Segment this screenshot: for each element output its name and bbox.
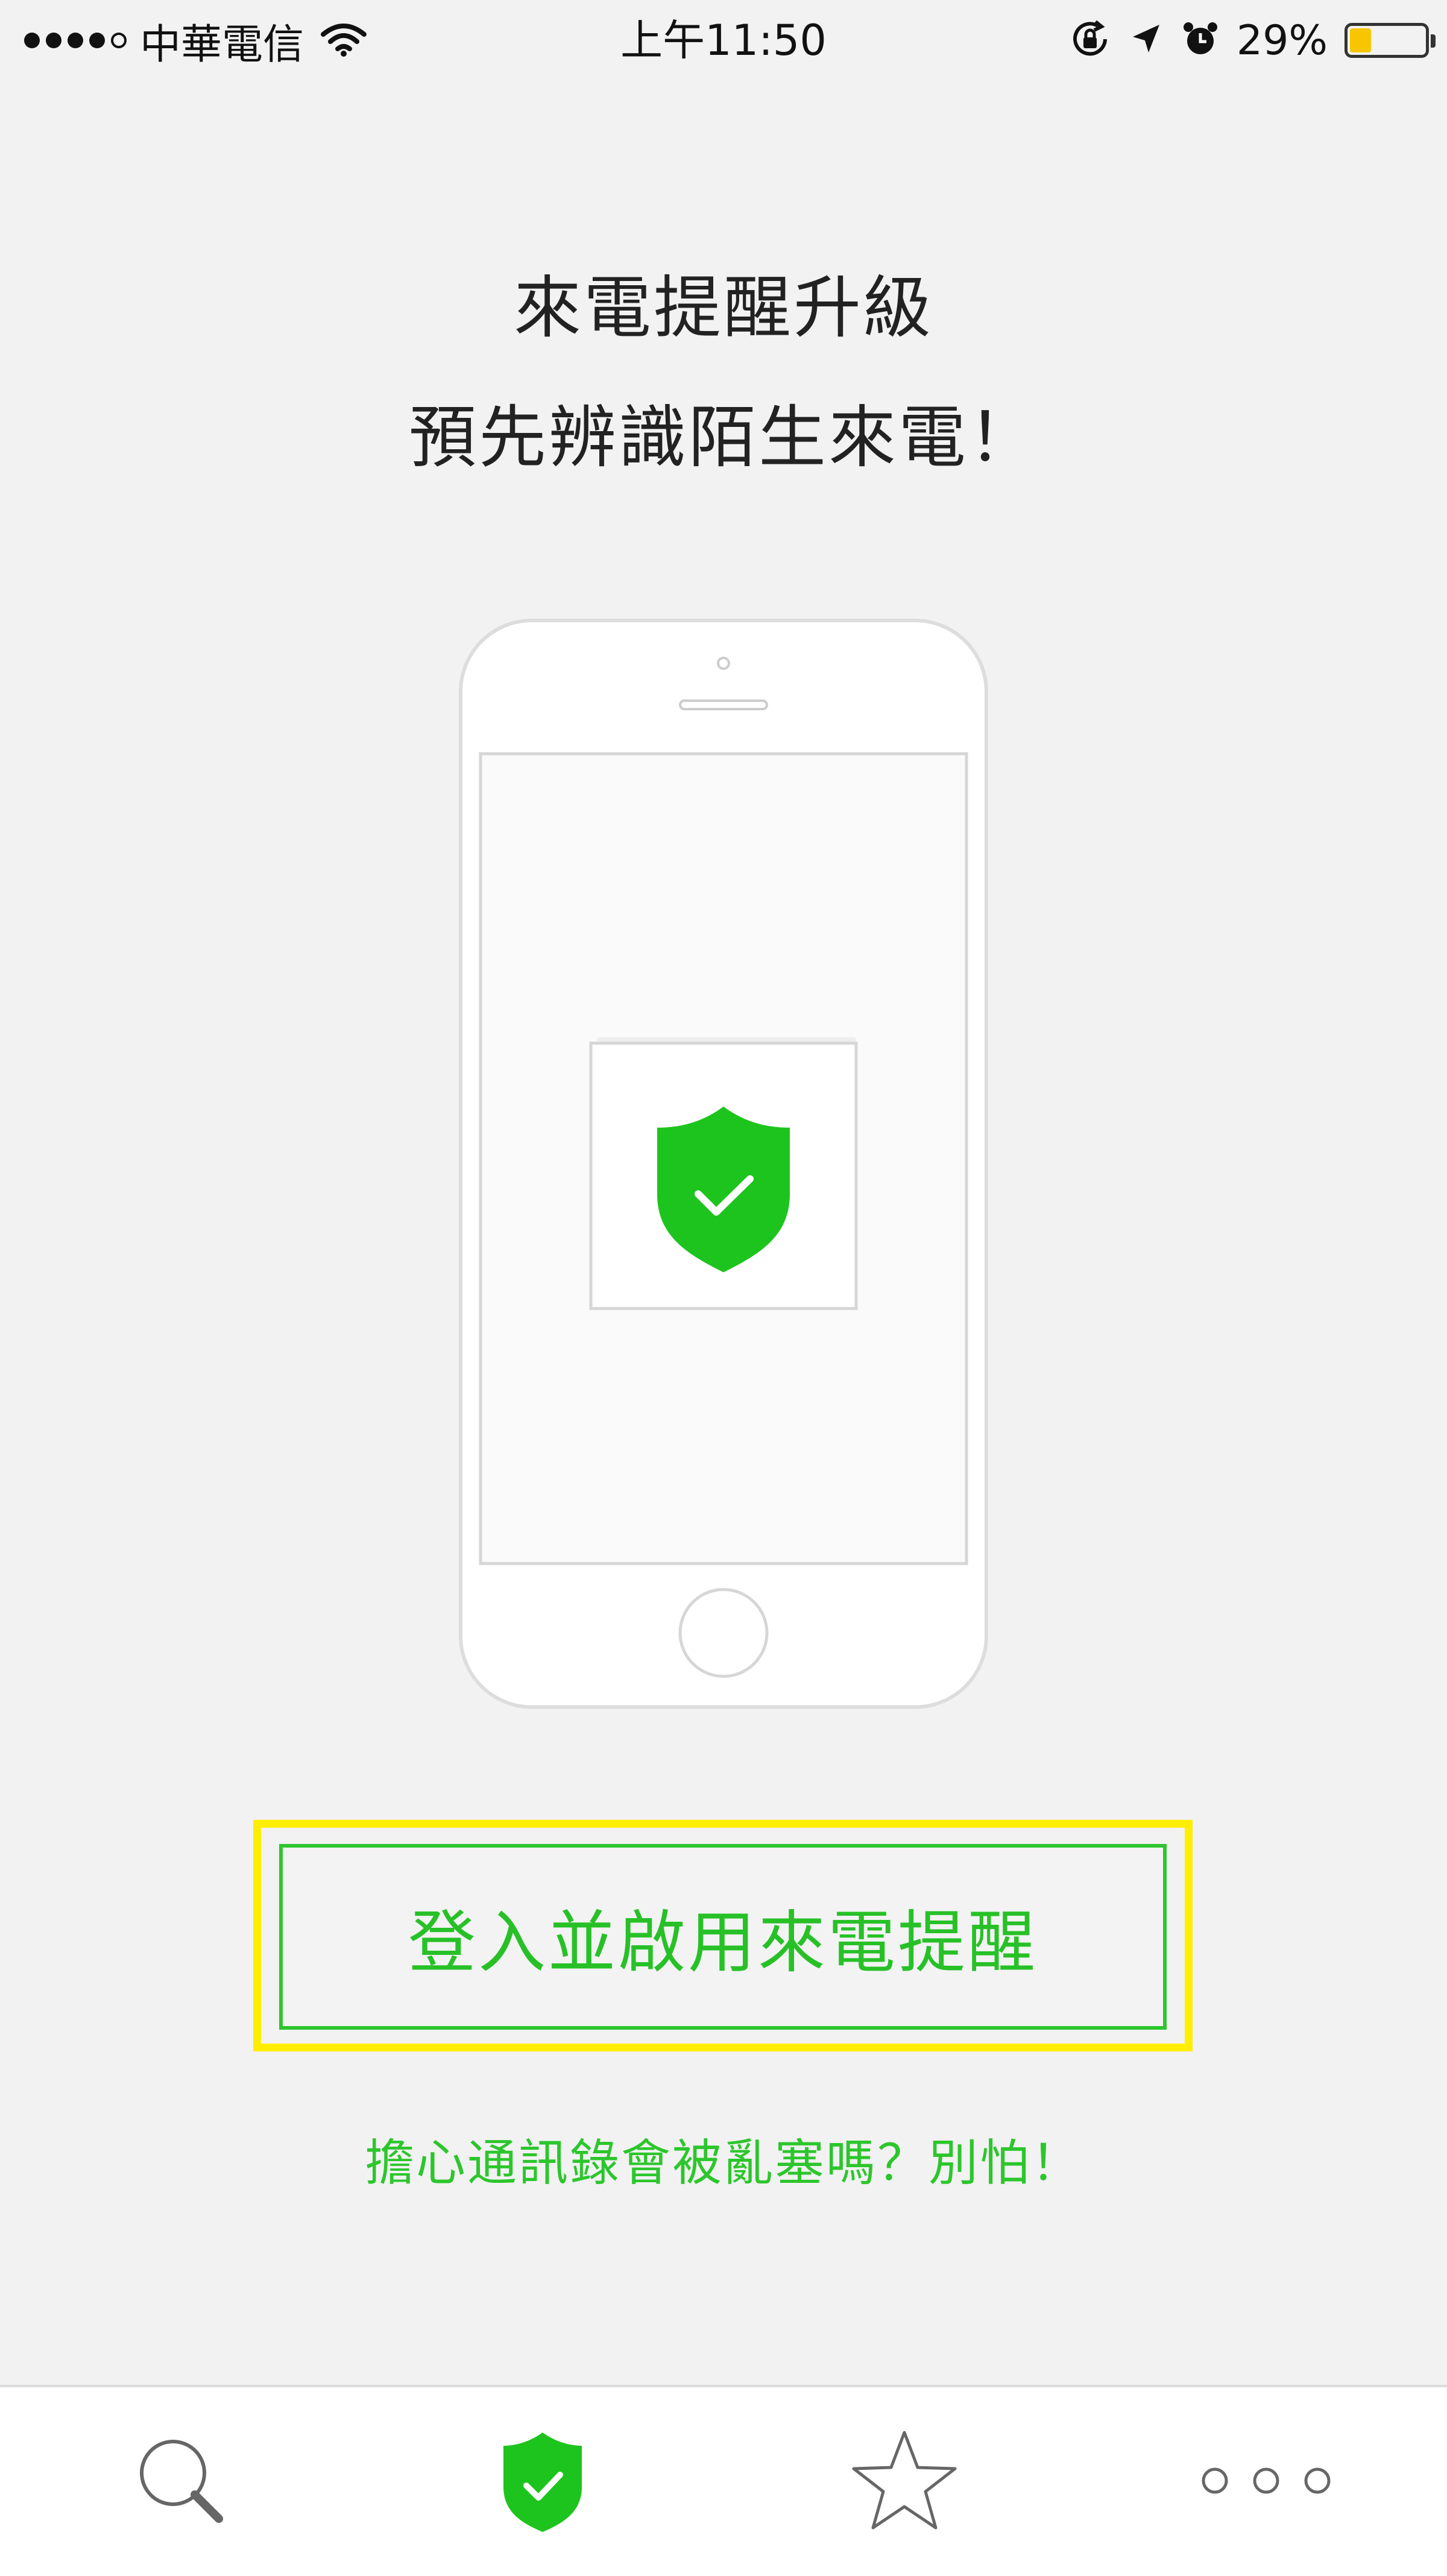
battery-icon: [1345, 23, 1436, 58]
status-right: 29%: [1069, 13, 1436, 68]
star-icon: [850, 2426, 959, 2537]
search-icon: [130, 2429, 232, 2534]
location-arrow-icon: [1128, 21, 1164, 60]
tab-bar: [0, 2385, 1447, 2576]
tab-search[interactable]: [0, 2387, 362, 2576]
battery-fill: [1350, 28, 1371, 52]
alarm-icon: [1181, 20, 1220, 61]
contacts-help-link[interactable]: 擔心通訊錄會被亂塞嗎？別怕！: [0, 2123, 1447, 2194]
shield-check-icon: [497, 2426, 588, 2537]
orientation-lock-icon: [1069, 18, 1111, 63]
battery-percentage: 29%: [1236, 16, 1328, 65]
phone-illustration: [458, 618, 989, 1709]
status-bar: 中華電信 上午11:50 29%: [0, 0, 1447, 78]
tab-more[interactable]: [1085, 2387, 1447, 2576]
tab-favorites[interactable]: [724, 2387, 1085, 2576]
headline-title: 來電提醒升級: [514, 269, 933, 347]
more-dots-icon: [1200, 2463, 1332, 2501]
login-enable-button[interactable]: 登入並啟用來電提醒: [279, 1844, 1167, 2030]
headline-subtitle: 預先辨識陌生來電！: [409, 399, 1038, 477]
tab-protection[interactable]: [362, 2387, 724, 2576]
